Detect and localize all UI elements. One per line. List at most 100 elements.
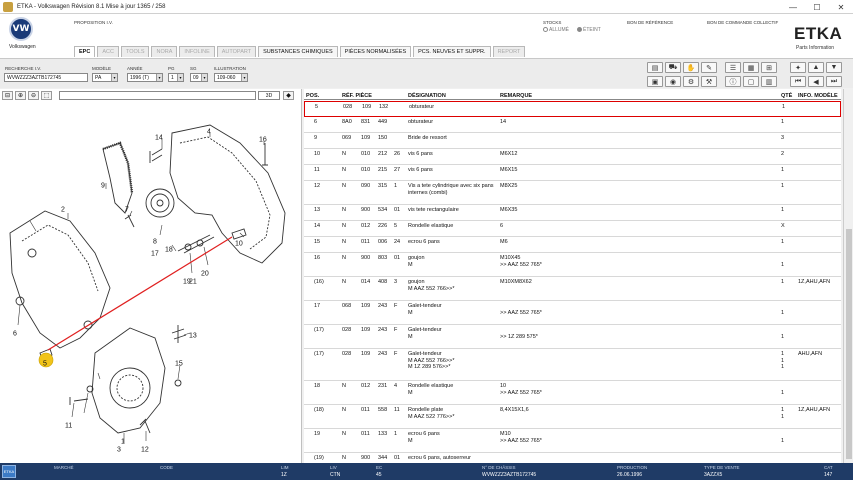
cart-icon[interactable]: ⊞ (761, 62, 777, 73)
list-icon[interactable]: ☰ (725, 62, 741, 73)
annee-select[interactable]: 1996 (T) ▾ (127, 73, 163, 82)
tab-nora[interactable]: NORA (151, 46, 178, 57)
stock-on-radio[interactable]: ALLUMÉ (543, 27, 569, 33)
tab-autopart[interactable]: AUTOPART (216, 46, 257, 57)
illustration-select[interactable]: 109-060 ▾ (214, 73, 248, 82)
tab-epc[interactable]: EPC (74, 46, 96, 57)
table-row[interactable]: 17 068 109 243 F Galet-tendeur M >> AAZ 552 7… (304, 301, 841, 325)
engine-icon[interactable]: ⚙ (683, 76, 699, 87)
table-row[interactable]: 12 N 090 315 1 Vis a tete cylindrique avec si… (304, 181, 841, 205)
callout-8[interactable]: 8 (153, 239, 157, 246)
callout-15[interactable]: 15 (175, 361, 183, 368)
code-label: CODE (160, 465, 174, 470)
callout-18[interactable]: 18 (165, 247, 173, 254)
zoom-out-icon[interactable]: ⊖ (28, 91, 39, 100)
tab-pi-ces-normalis-es[interactable]: PIÈCES NORMALISÉES (339, 46, 412, 57)
close-button[interactable]: ✕ (829, 0, 853, 14)
last-page-icon[interactable]: ⏭ (826, 76, 842, 87)
collapse-icon[interactable]: ⊟ (2, 91, 13, 100)
note-icon[interactable]: ▦ (743, 62, 759, 73)
callout-3[interactable]: 3 (117, 447, 121, 454)
fit-icon[interactable]: ⬚ (41, 91, 52, 100)
vin-search-input[interactable]: WVWZZZ3AZTB172745 (4, 73, 88, 82)
box-icon[interactable]: ▢ (743, 76, 759, 87)
tab-pcs-neuves-et-suppr-[interactable]: PCS. NEUVES ET SUPPR. (413, 46, 491, 57)
camera-icon[interactable]: ◉ (665, 76, 681, 87)
callout-7[interactable]: 7 (125, 207, 129, 214)
callout-14[interactable]: 14 (155, 135, 163, 142)
col-pos[interactable]: POS. (306, 93, 319, 99)
info-icon[interactable]: ⓘ (725, 76, 741, 87)
stock-off-radio[interactable]: ÉTEINT (577, 27, 601, 33)
part-ref-a: 028 (342, 351, 352, 357)
scroll-thumb[interactable] (846, 229, 852, 459)
callout-11[interactable]: 11 (65, 423, 72, 430)
prev-page-icon[interactable]: ◀ (808, 76, 824, 87)
tab-tools[interactable]: TOOLS (120, 46, 150, 57)
table-row[interactable]: 9 069 109 150 Bride de ressort 3 (304, 133, 841, 149)
table-row[interactable]: (18) N 011 558 11 Rondelle plate M AAZ 522 77… (304, 405, 841, 429)
table-row[interactable]: 5 028 109 132 obturateur 1 (304, 101, 841, 117)
maximize-button[interactable]: ☐ (805, 0, 829, 14)
col-designation[interactable]: DÉSIGNATION (408, 93, 446, 99)
tab-infoline[interactable]: INFOLINE (179, 46, 215, 57)
illustration-search-input[interactable] (59, 91, 256, 100)
pin-icon[interactable]: ✦ (790, 62, 806, 73)
image-icon[interactable]: ▣ (647, 76, 663, 87)
callout-20[interactable]: 20 (201, 271, 209, 278)
col-remarque[interactable]: REMARQUE (500, 93, 532, 99)
table-row[interactable]: (17) 028 109 243 F Galet-tendeur M AAZ 552 76… (304, 349, 841, 381)
callout-17[interactable]: 17 (151, 251, 159, 258)
bon-reference-label[interactable]: BON DE RÉFÉRENCE (627, 20, 673, 25)
col-info-modele[interactable]: INFO. MODÈLE (798, 93, 838, 99)
first-page-icon[interactable]: ⏮ (790, 76, 806, 87)
proposition-label[interactable]: PROPOSITION I.V. (74, 20, 113, 25)
callout-5[interactable]: 5 (43, 361, 47, 368)
callout-13[interactable]: 13 (189, 333, 197, 340)
pg-select[interactable]: 1 ▾ (168, 73, 184, 82)
zoom-level[interactable]: 3D (258, 91, 280, 100)
table-row[interactable]: 18 N 012 231 4 Rondelle elastique M 10 >> AAZ … (304, 381, 841, 405)
col-qte[interactable]: QTÉ (781, 93, 792, 99)
tab-substances-chimiques[interactable]: SUBSTANCES CHIMIQUES (258, 46, 338, 57)
minimize-button[interactable]: — (781, 0, 805, 14)
table-scrollbar[interactable] (843, 89, 853, 463)
callout-4[interactable]: 4 (207, 129, 211, 136)
callout-1[interactable]: 1 (121, 439, 125, 446)
tab-acc[interactable]: ACC (97, 46, 119, 57)
callout-9[interactable]: 9 (101, 183, 105, 190)
table-row[interactable]: 19 N 011 133 1 ecrou 6 pans M M10 >> AAZ 552 7… (304, 429, 841, 453)
callout-6[interactable]: 6 (13, 331, 17, 338)
table-row[interactable]: 14 N 012 226 5 Rondelle elastique 6 X (304, 221, 841, 237)
table-row[interactable]: 11 N 010 215 27 vis 6 pans M6X15 1 (304, 165, 841, 181)
print-icon[interactable]: ▤ (647, 62, 663, 73)
modele-select[interactable]: PA ▾ (92, 73, 118, 82)
callout-16[interactable]: 16 (259, 137, 267, 144)
table-row[interactable]: (17) 028 109 243 F Galet-tendeur M >> 1Z 289 … (304, 325, 841, 349)
callout-2[interactable]: 2 (61, 207, 65, 214)
table-row[interactable]: 16 N 900 803 01 goujon M M10X45 >> AAZ 552 765… (304, 253, 841, 277)
table-row[interactable]: 13 N 900 534 01 vis tete rectangulaire M6X35 1 (304, 205, 841, 221)
table-row[interactable]: (19) N 900 344 01 ecrou 6 pans, autoserreur (304, 453, 841, 463)
callout-12[interactable]: 12 (141, 447, 149, 454)
table-row[interactable]: 15 N 011 006 24 ecrou 6 pans M6 1 (304, 237, 841, 253)
callout-10[interactable]: 10 (235, 241, 243, 248)
nav-icon[interactable]: ◆ (283, 91, 294, 100)
table-row[interactable]: 6 8A0 831 449 obturateur 14 1 (304, 117, 841, 133)
hand-icon[interactable]: ✋ (683, 62, 699, 73)
bon-commande-label[interactable]: BON DE COMMANDE COLLECTIF (707, 20, 778, 25)
tab-report[interactable]: REPORT (492, 46, 526, 57)
zoom-in-icon[interactable]: ⊕ (15, 91, 26, 100)
table-row[interactable]: 10 N 010 212 26 vis 6 pans M6X12 2 (304, 149, 841, 165)
callout-21[interactable]: 21 (189, 279, 197, 286)
arrow-down-icon[interactable]: ▼ (826, 62, 842, 73)
exploded-view-drawing[interactable]: 123456789101112131415161718192021 (0, 103, 300, 461)
arrow-up-icon[interactable]: ▲ (808, 62, 824, 73)
wrench-icon[interactable]: ✎ (701, 62, 717, 73)
table-row[interactable]: (16) N 014 408 3 goujon M AAZ 552 766>>* M10XM… (304, 277, 841, 301)
basket-icon[interactable]: ▥ (761, 76, 777, 87)
sg-select[interactable]: 09 ▾ (190, 73, 208, 82)
tool-icon[interactable]: ⚒ (701, 76, 717, 87)
col-ref[interactable]: RÉF. PIÈCE (342, 93, 372, 99)
car-icon[interactable]: ⛟ (665, 62, 681, 73)
